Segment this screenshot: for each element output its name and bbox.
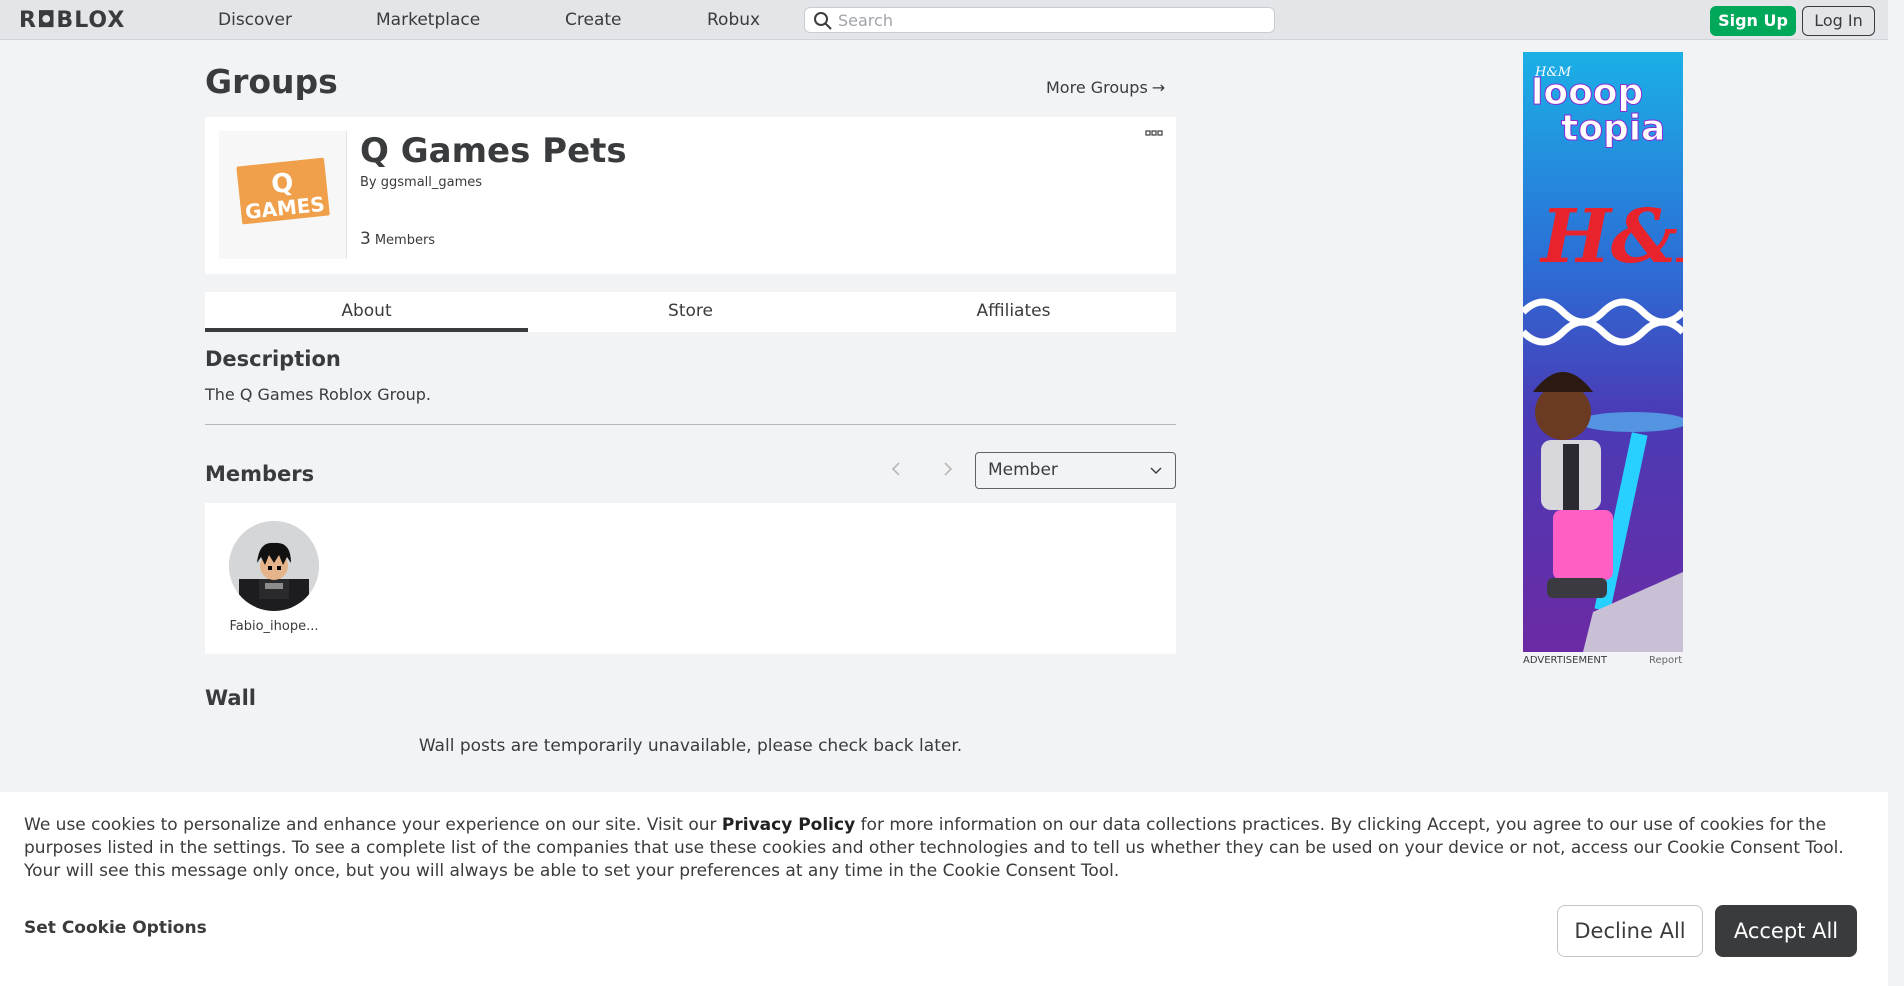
more-groups-label: More Groups bbox=[1046, 78, 1148, 97]
report-ad-link[interactable]: Report bbox=[1649, 655, 1682, 666]
arrow-right-icon: → bbox=[1151, 78, 1166, 97]
svg-text:H&M: H&M bbox=[1539, 194, 1683, 280]
group-owner-line: By ggsmall_games bbox=[360, 175, 482, 190]
group-owner-link[interactable]: ggsmall_games bbox=[381, 175, 482, 190]
more-groups-link[interactable]: More Groups → bbox=[1046, 78, 1165, 97]
group-header-card: Q GAMES Q Games Pets By ggsmall_games 3M… bbox=[205, 117, 1176, 274]
svg-text:looop: looop bbox=[1531, 72, 1643, 113]
members-list: Fabio_ihope... bbox=[205, 503, 1176, 654]
chevron-left-icon[interactable] bbox=[888, 458, 904, 480]
member-count: 3 Members bbox=[360, 229, 435, 249]
nav-link-create[interactable]: Create bbox=[565, 10, 622, 30]
role-dropdown-value: Member bbox=[988, 460, 1058, 480]
tab-store[interactable]: Store bbox=[529, 292, 852, 332]
wall-unavailable-message: Wall posts are temporarily unavailable, … bbox=[418, 736, 963, 756]
chevron-right-icon[interactable] bbox=[940, 458, 956, 480]
ad-artwork: H&M looop topia H&M bbox=[1523, 52, 1683, 652]
member-card[interactable]: Fabio_ihope... bbox=[227, 521, 321, 634]
description-text: The Q Games Roblox Group. bbox=[205, 385, 432, 404]
description-heading: Description bbox=[205, 347, 341, 371]
set-cookie-options-button[interactable]: Set Cookie Options bbox=[24, 918, 207, 938]
members-heading: Members bbox=[205, 462, 315, 486]
divider bbox=[205, 424, 1176, 425]
member-name[interactable]: Fabio_ihope... bbox=[227, 619, 321, 634]
advertisement-banner[interactable]: H&M looop topia H&M bbox=[1523, 52, 1683, 652]
accept-all-button[interactable]: Accept All bbox=[1715, 905, 1857, 957]
group-tabs: About Store Affiliates bbox=[205, 292, 1176, 332]
sign-up-button[interactable]: Sign Up bbox=[1710, 6, 1796, 36]
search-box bbox=[804, 7, 1275, 33]
member-count-label: Members bbox=[374, 233, 436, 248]
ellipsis-icon[interactable] bbox=[1145, 129, 1163, 137]
member-count-value: 3 bbox=[360, 229, 371, 249]
chevron-down-icon bbox=[1150, 467, 1162, 474]
top-navigation-bar: R◘BLOX Discover Marketplace Create Robux… bbox=[0, 0, 1904, 40]
tab-about[interactable]: About bbox=[205, 292, 528, 332]
tab-affiliates[interactable]: Affiliates bbox=[852, 292, 1175, 332]
q-games-logo: Q GAMES bbox=[236, 157, 330, 225]
by-prefix: By bbox=[360, 175, 377, 190]
privacy-policy-link[interactable]: Privacy Policy bbox=[722, 815, 855, 835]
avatar-figure-icon bbox=[229, 521, 319, 611]
nav-link-robux[interactable]: Robux bbox=[707, 10, 760, 30]
roblox-logo[interactable]: R◘BLOX bbox=[19, 8, 125, 33]
nav-link-marketplace[interactable]: Marketplace bbox=[376, 10, 480, 30]
page-scrollbar[interactable] bbox=[1888, 0, 1904, 986]
group-emblem: Q GAMES bbox=[219, 131, 347, 259]
cookie-text-intro: We use cookies to personalize and enhanc… bbox=[24, 815, 722, 835]
nav-link-discover[interactable]: Discover bbox=[218, 10, 292, 30]
wall-heading: Wall bbox=[205, 686, 256, 710]
log-in-button[interactable]: Log In bbox=[1802, 6, 1875, 36]
avatar[interactable] bbox=[229, 521, 319, 611]
svg-text:topia: topia bbox=[1561, 108, 1665, 149]
cookie-consent-text: We use cookies to personalize and enhanc… bbox=[24, 814, 1874, 883]
role-dropdown[interactable]: Member bbox=[975, 452, 1176, 489]
group-name: Q Games Pets bbox=[360, 131, 627, 171]
cookie-consent-banner: We use cookies to personalize and enhanc… bbox=[0, 792, 1888, 986]
decline-all-button[interactable]: Decline All bbox=[1557, 905, 1703, 957]
advertisement-label: ADVERTISEMENT bbox=[1523, 655, 1608, 666]
search-input[interactable] bbox=[838, 10, 1258, 30]
page-title: Groups bbox=[205, 62, 338, 101]
search-icon bbox=[814, 12, 832, 30]
